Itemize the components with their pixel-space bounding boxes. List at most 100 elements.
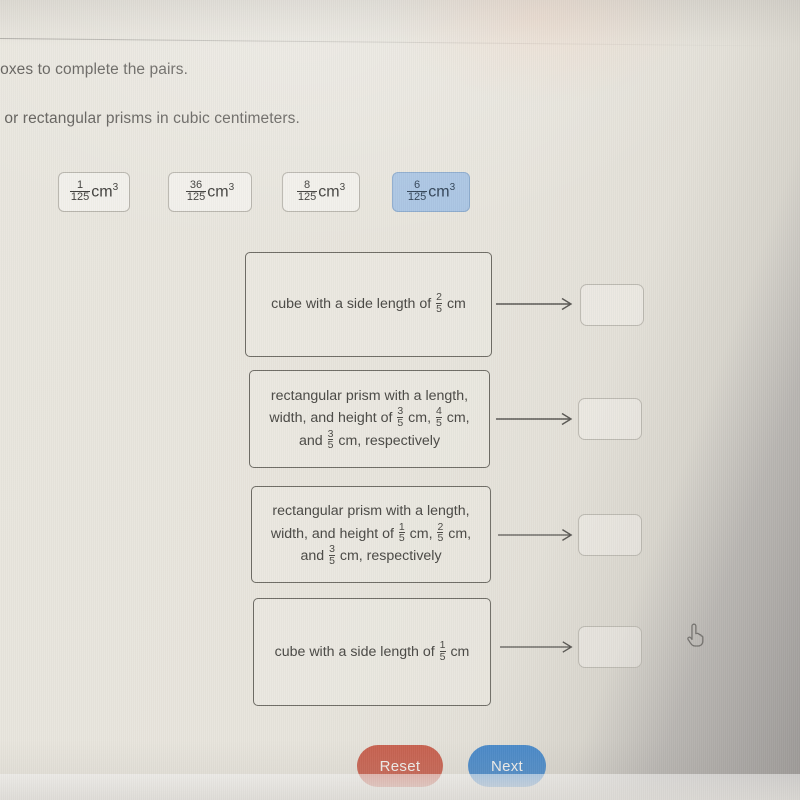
- description-text: cube with a side length of 25 cm: [254, 291, 483, 315]
- reset-button[interactable]: Reset: [357, 745, 443, 787]
- desc-pre: rectangular prism with a length,: [272, 503, 470, 520]
- fraction-glyph: 6 125: [406, 178, 428, 203]
- answer-tile-bank: 1 125 cm3 36 125 cm3 8 125 cm3 6 125 cm3: [58, 172, 478, 218]
- pair-row-2: rectangular prism with a length, width, …: [0, 370, 800, 470]
- pointing-hand-cursor-icon: [687, 623, 704, 647]
- instruction-line-1: ect boxes to complete the pairs.: [0, 61, 189, 78]
- desc-post: cm, respectively: [335, 548, 442, 565]
- fraction-denominator: 5: [437, 532, 444, 545]
- fraction-numerator: 1: [398, 520, 405, 533]
- answer-tile-4-selected[interactable]: 6 125 cm3: [392, 172, 470, 212]
- fraction-denominator: 5: [327, 439, 334, 452]
- desc-pre: and: [300, 548, 329, 565]
- unit-text: cm: [428, 183, 450, 201]
- desc-pre: cube with a side length of: [271, 296, 436, 313]
- desc-post: cm: [446, 643, 470, 660]
- arrow-icon-1: [496, 297, 573, 311]
- fraction-denominator: 5: [329, 554, 335, 567]
- tile-numerator: 36: [189, 178, 203, 191]
- pair-row-4: cube with a side length of 15 cm: [0, 598, 800, 708]
- tile-unit: cm3: [428, 182, 455, 201]
- instruction-line-2: ubes or rectangular prisms in cubic cent…: [0, 110, 300, 127]
- answer-tile-3[interactable]: 8 125 cm3: [282, 172, 360, 212]
- answer-dropzone-4[interactable]: [578, 626, 642, 668]
- inline-fraction: 35: [329, 544, 335, 566]
- shape-description-4: cube with a side length of 15 cm: [253, 598, 491, 706]
- answer-dropzone-2[interactable]: [578, 398, 642, 440]
- desc-post: cm, respectively: [334, 432, 441, 449]
- fraction-numerator: 2: [437, 520, 444, 533]
- fraction-denominator: 5: [439, 650, 446, 663]
- fraction-numerator: 1: [439, 638, 446, 651]
- desc-line-2: width, and height of 15 cm, 25 cm,: [258, 520, 484, 545]
- tile-numerator: 8: [303, 178, 311, 191]
- inline-fraction: 35: [397, 405, 404, 429]
- fraction-numerator: 2: [436, 291, 443, 304]
- fraction-numerator: 3: [397, 405, 404, 418]
- unit-text: cm: [207, 183, 229, 201]
- fraction-numerator: 3: [329, 543, 335, 556]
- desc-line-1: rectangular prism with a length,: [258, 501, 484, 522]
- shape-description-1: cube with a side length of 25 cm: [245, 252, 492, 357]
- button-bar: Reset Next: [0, 745, 800, 793]
- inline-fraction: 15: [398, 520, 405, 545]
- fraction-glyph: 8 125: [296, 178, 318, 203]
- inline-fraction-2: 25: [437, 520, 444, 545]
- description-text: rectangular prism with a length, width, …: [256, 386, 483, 452]
- inline-fraction-2: 45: [435, 405, 442, 429]
- answer-dropzone-1[interactable]: [580, 284, 644, 326]
- desc-line-1: rectangular prism with a length,: [256, 386, 483, 407]
- arrow-icon-2: [496, 412, 573, 426]
- answer-tile-2[interactable]: 36 125 cm3: [168, 172, 252, 212]
- fraction-glyph: 1 125: [69, 178, 91, 203]
- description-text: rectangular prism with a length, width, …: [258, 501, 484, 567]
- unit-exponent: 3: [449, 182, 456, 194]
- fraction-numerator: 3: [327, 427, 334, 440]
- tile-denominator: 125: [296, 190, 318, 203]
- answer-tile-1[interactable]: 1 125 cm3: [58, 172, 130, 212]
- tile-unit: cm3: [91, 182, 118, 201]
- tile-denominator: 125: [185, 190, 207, 203]
- inline-fraction: 35: [327, 427, 334, 452]
- desc-post: cm,: [442, 410, 470, 427]
- tile-numerator: 1: [76, 178, 84, 191]
- description-text: cube with a side length of 15 cm: [262, 638, 482, 663]
- shape-description-2: rectangular prism with a length, width, …: [249, 370, 490, 468]
- unit-text: cm: [91, 183, 113, 201]
- next-button[interactable]: Next: [468, 745, 546, 787]
- desc-post: cm: [443, 296, 466, 313]
- fraction-denominator: 5: [398, 532, 405, 545]
- fraction-denominator: 5: [436, 303, 443, 315]
- tile-numerator: 6: [413, 178, 421, 191]
- desc-mid: cm,: [404, 410, 435, 427]
- pair-row-1: cube with a side length of 25 cm: [0, 252, 800, 360]
- exercise-content: ect boxes to complete the pairs. ubes or…: [0, 0, 800, 800]
- unit-text: cm: [318, 183, 340, 201]
- desc-pre: width, and height of: [270, 525, 398, 542]
- tile-denominator: 125: [406, 190, 428, 203]
- tile-unit: cm3: [318, 182, 345, 201]
- desc-pre: and: [298, 432, 327, 449]
- tile-denominator: 125: [69, 190, 91, 203]
- pair-row-3: rectangular prism with a length, width, …: [0, 486, 800, 586]
- answer-dropzone-3[interactable]: [578, 514, 642, 556]
- desc-line-3: and 35 cm, respectively: [258, 544, 484, 567]
- desc-mid: cm,: [405, 525, 437, 542]
- unit-exponent: 3: [112, 182, 119, 194]
- shape-description-3: rectangular prism with a length, width, …: [251, 486, 491, 583]
- desc-line-2: width, and height of 35 cm, 45 cm,: [256, 405, 483, 429]
- fraction-glyph: 36 125: [185, 178, 207, 203]
- fraction-numerator: 4: [435, 405, 442, 418]
- fraction-denominator: 5: [435, 416, 442, 429]
- arrow-icon-4: [500, 641, 573, 653]
- unit-exponent: 3: [339, 182, 346, 194]
- inline-fraction: 15: [439, 638, 446, 663]
- desc-pre: rectangular prism with a length,: [270, 387, 469, 404]
- desc-pre: cube with a side length of: [274, 643, 439, 660]
- desc-pre: width, and height of: [269, 410, 397, 427]
- arrow-icon-3: [498, 529, 573, 541]
- desc-line-3: and 35 cm, respectively: [256, 427, 483, 452]
- fraction-denominator: 5: [397, 416, 404, 429]
- tile-unit: cm3: [207, 182, 234, 201]
- screen-photo-area: ect boxes to complete the pairs. ubes or…: [0, 0, 800, 800]
